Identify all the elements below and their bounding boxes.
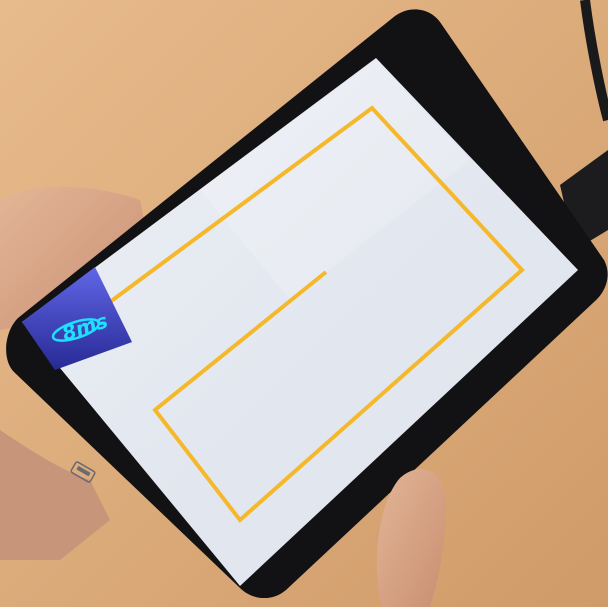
photo-scene: 8ms [0,0,608,607]
device-photo: 8ms [0,0,608,607]
